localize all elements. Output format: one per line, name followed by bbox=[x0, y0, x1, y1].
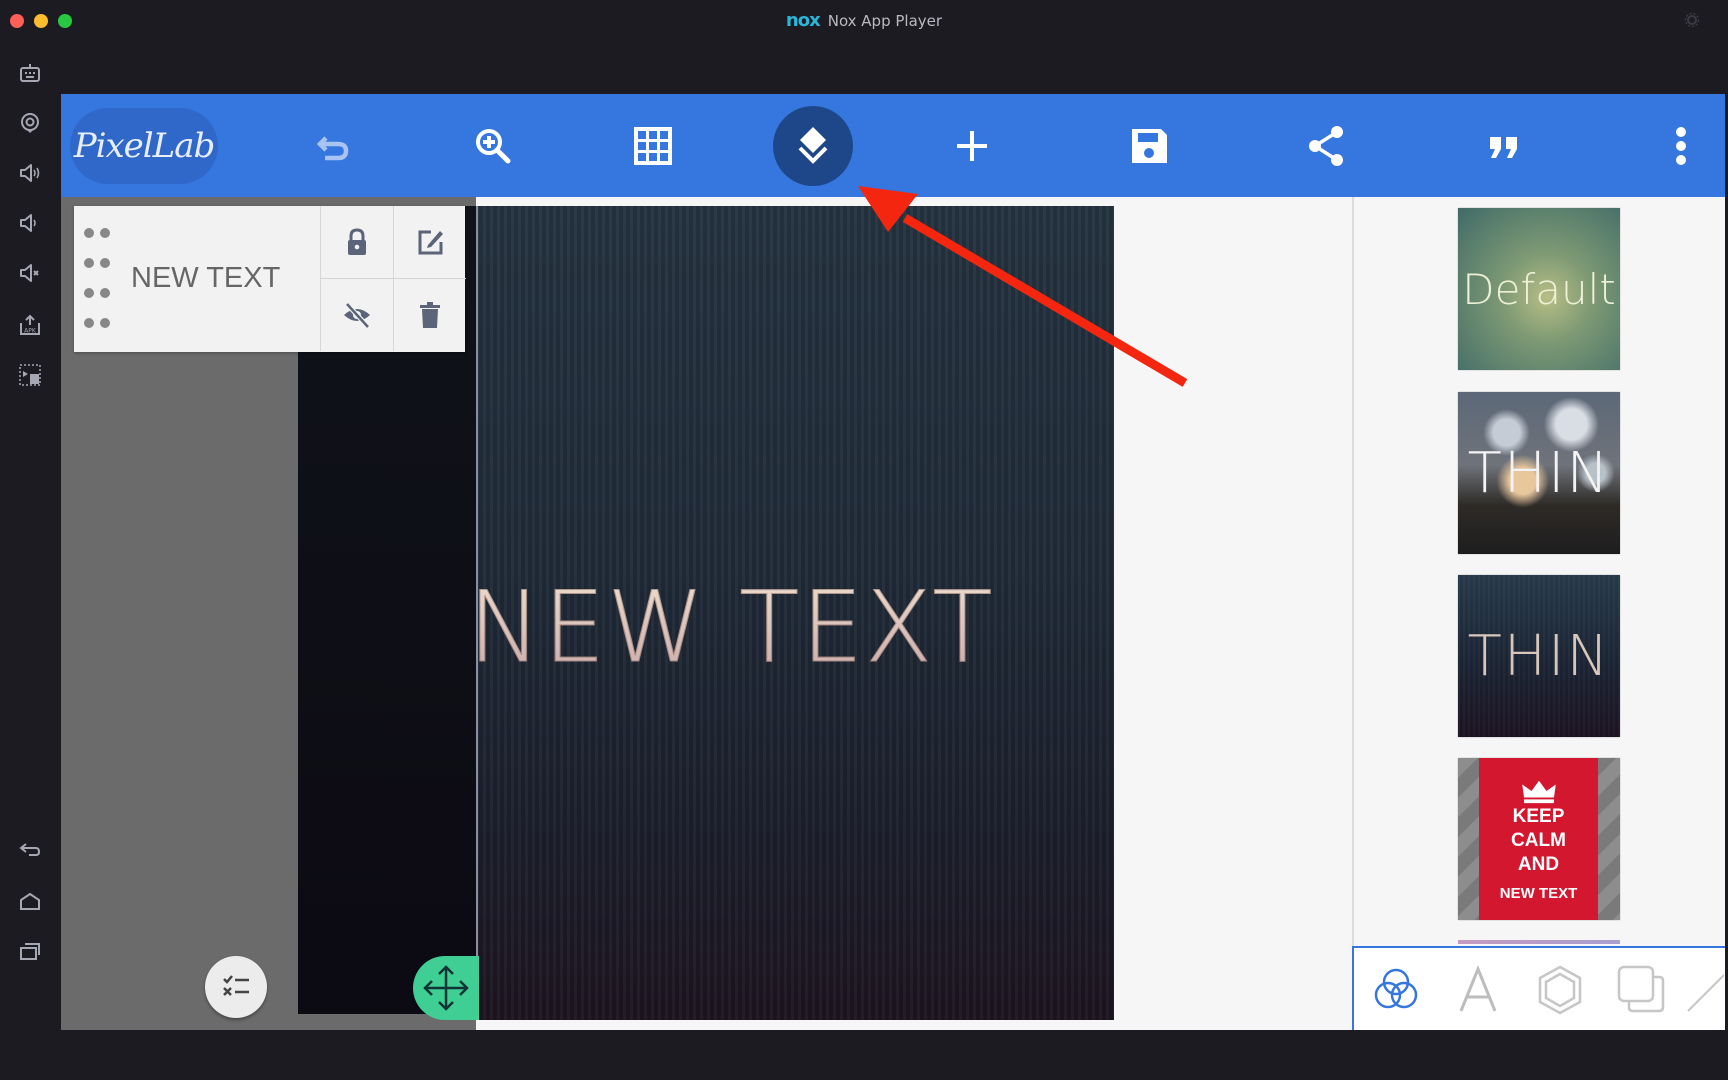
move-layer-button[interactable] bbox=[413, 956, 479, 1020]
template-default[interactable]: Default bbox=[1458, 208, 1620, 370]
template-next-peek bbox=[1458, 940, 1620, 944]
checklist-button[interactable] bbox=[205, 956, 267, 1018]
more-vertical-icon bbox=[1676, 127, 1686, 165]
share-icon bbox=[1309, 126, 1343, 166]
template-label: THIN bbox=[1467, 440, 1611, 506]
volume-down-icon[interactable] bbox=[16, 209, 44, 237]
zoom-in-icon bbox=[476, 129, 511, 164]
template-thin-dark[interactable]: THIN bbox=[1458, 575, 1620, 737]
grid-icon bbox=[634, 127, 672, 165]
template-label: Default bbox=[1462, 264, 1616, 314]
add-button[interactable] bbox=[932, 106, 1012, 186]
undo-button[interactable] bbox=[294, 106, 374, 186]
tab-layers[interactable] bbox=[1610, 958, 1674, 1022]
grid-button[interactable] bbox=[613, 106, 693, 186]
checklist-icon bbox=[223, 975, 249, 996]
apk-install-icon[interactable]: APK bbox=[16, 311, 44, 339]
hide-layer-button[interactable] bbox=[320, 279, 393, 351]
edit-layer-button[interactable] bbox=[393, 206, 466, 279]
lock-layer-button[interactable] bbox=[320, 206, 393, 279]
font-icon bbox=[1459, 965, 1497, 1012]
tab-shapes[interactable] bbox=[1528, 958, 1592, 1022]
recent-apps-icon[interactable] bbox=[16, 937, 44, 965]
share-button[interactable] bbox=[1286, 106, 1366, 186]
tab-draw[interactable] bbox=[1684, 958, 1724, 1022]
more-options-button[interactable] bbox=[1641, 106, 1721, 186]
save-icon bbox=[1132, 129, 1167, 163]
toolbar: PixelLab bbox=[61, 94, 1725, 197]
design-canvas[interactable]: NEW TEXT bbox=[476, 206, 1114, 1020]
side-panel-divider bbox=[1352, 197, 1354, 957]
canvas-selection-edge bbox=[476, 206, 478, 1020]
mute-icon[interactable] bbox=[16, 259, 44, 287]
pixellab-logo: PixelLab bbox=[70, 108, 218, 184]
bottom-tab-bar bbox=[1352, 946, 1725, 1030]
template-line: KEEP bbox=[1512, 805, 1565, 827]
move-icon bbox=[423, 965, 469, 1011]
multi-drive-icon[interactable] bbox=[16, 361, 44, 389]
canvas-text-layer[interactable]: NEW TEXT bbox=[476, 571, 994, 686]
plus-icon bbox=[957, 131, 987, 161]
template-thin-bokeh[interactable]: THIN bbox=[1458, 392, 1620, 554]
zoom-button[interactable] bbox=[453, 106, 533, 186]
quotes-button[interactable] bbox=[1464, 106, 1544, 186]
template-line: CALM bbox=[1511, 829, 1566, 851]
eye-off-icon bbox=[344, 302, 370, 329]
home-icon[interactable] bbox=[16, 887, 44, 915]
tab-styles[interactable] bbox=[1364, 958, 1428, 1022]
delete-layer-button[interactable] bbox=[393, 279, 466, 351]
drag-handle-icon[interactable] bbox=[84, 220, 114, 338]
pixellab-app: PixelLab NEW TEXT NEW TEXT Default THIN … bbox=[61, 94, 1725, 1030]
layer-name: NEW TEXT bbox=[131, 262, 281, 294]
gear-icon[interactable] bbox=[1684, 12, 1700, 28]
hexagon-icon bbox=[1538, 965, 1582, 1015]
undo-icon bbox=[316, 136, 349, 161]
nox-logo: nox bbox=[785, 10, 821, 31]
layer-panel: NEW TEXT bbox=[74, 206, 466, 352]
keyboard-robot-icon[interactable] bbox=[16, 59, 44, 87]
circles-icon bbox=[1374, 968, 1418, 1009]
trash-icon bbox=[420, 302, 440, 328]
quote-icon bbox=[1490, 137, 1517, 158]
template-line: AND bbox=[1517, 853, 1560, 875]
location-icon[interactable] bbox=[16, 109, 44, 137]
save-button[interactable] bbox=[1109, 106, 1189, 186]
tab-text[interactable] bbox=[1446, 958, 1510, 1022]
keep-calm-poster: KEEP CALM AND NEW TEXT bbox=[1479, 758, 1598, 920]
back-icon[interactable] bbox=[16, 836, 44, 864]
template-keep-calm[interactable]: KEEP CALM AND NEW TEXT bbox=[1458, 758, 1620, 920]
volume-up-icon[interactable] bbox=[16, 159, 44, 187]
template-subline: NEW TEXT bbox=[1499, 884, 1578, 902]
pen-icon bbox=[1687, 974, 1724, 1012]
crown-icon bbox=[1521, 780, 1556, 803]
edit-icon bbox=[418, 230, 443, 255]
layers-icon bbox=[798, 127, 828, 164]
window-title-text: Nox App Player bbox=[827, 12, 943, 30]
svg-text:APK: APK bbox=[24, 328, 37, 335]
overlap-squares-icon bbox=[1617, 965, 1665, 1013]
window-title: nox Nox App Player bbox=[0, 10, 1728, 31]
template-label: THIN bbox=[1467, 623, 1611, 689]
lock-icon bbox=[348, 228, 366, 255]
layers-button[interactable] bbox=[773, 106, 853, 186]
